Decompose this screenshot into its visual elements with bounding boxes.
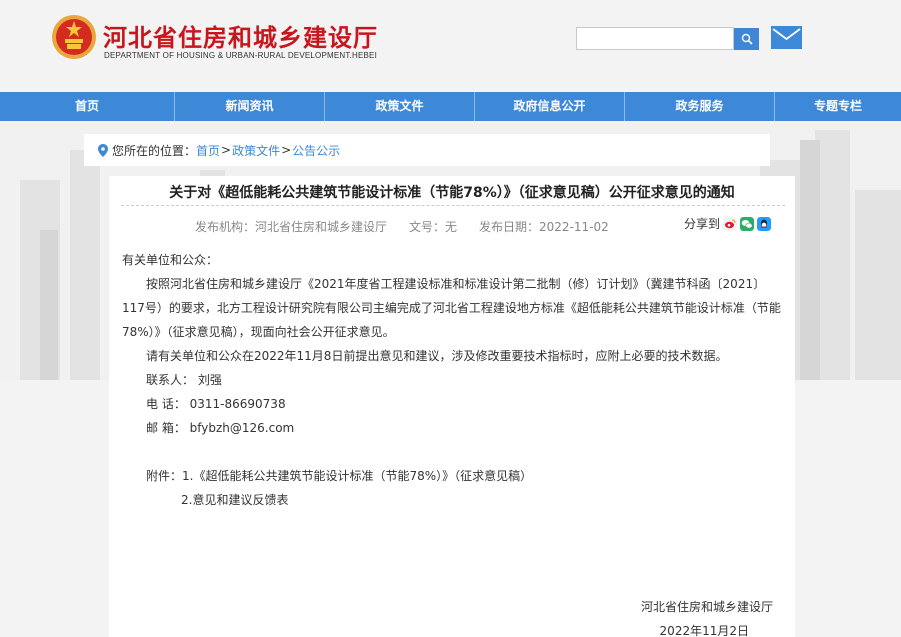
- attachment-item[interactable]: 附件：1.《超低能耗公共建筑节能设计标准（节能78%）》（征求意见稿）: [122, 464, 782, 488]
- contact-email: 邮 箱： bfybzh@126.com: [146, 421, 295, 435]
- emblem-icon: [52, 15, 96, 59]
- nav-item-gov-info[interactable]: 政府信息公开: [475, 92, 625, 121]
- location-pin-icon: [98, 143, 108, 157]
- signature-org: 河北省住房和城乡建设厅: [640, 600, 773, 614]
- signature-date: 2022年11月2日: [659, 624, 749, 637]
- nav-item-home[interactable]: 首页: [0, 92, 175, 121]
- share-label: 分享到: [684, 217, 721, 231]
- article-title: 关于对《超低能耗公共建筑节能设计标准（节能78%）》（征求意见稿）公开征求意见的…: [169, 185, 735, 201]
- breadcrumb-separator: >: [281, 143, 292, 157]
- paragraph: 请有关单位和公众在2022年11月8日前提出意见和建议，涉及修改重要技术指标时，…: [146, 349, 728, 363]
- nav-item-policy[interactable]: 政策文件: [325, 92, 475, 121]
- contact-phone: 电 话： 0311-86690738: [146, 397, 286, 411]
- site-subtitle: DEPARTMENT OF HOUSING & URBAN-RURAL DEVE…: [104, 51, 378, 60]
- site-title: 河北省住房和城乡建设厅: [103, 24, 378, 52]
- main-nav: 首页 新闻资讯 政策文件 政府信息公开 政务服务 专题专栏: [0, 92, 901, 121]
- salutation: 有关单位和公众：: [122, 253, 219, 267]
- mail-icon[interactable]: [771, 26, 802, 49]
- weibo-icon[interactable]: [723, 216, 738, 231]
- publisher: 发布机构：河北省住房和城乡建设厅: [195, 220, 388, 234]
- nav-item-news[interactable]: 新闻资讯: [175, 92, 325, 121]
- search-button[interactable]: [734, 28, 759, 50]
- publish-date: 发布日期：2022-11-02: [479, 220, 609, 234]
- doc-number: 文号：无: [409, 220, 458, 234]
- title-divider: [121, 205, 785, 206]
- search-input[interactable]: [576, 27, 734, 50]
- attachment-item[interactable]: 2.意见和建议反馈表: [122, 488, 782, 512]
- breadcrumb-home[interactable]: 首页: [196, 142, 220, 159]
- search-icon: [741, 33, 753, 45]
- article-meta: 发布机构：河北省住房和城乡建设厅 文号：无 发布日期：2022-11-02: [195, 218, 609, 235]
- breadcrumb-notice[interactable]: 公告公示: [292, 142, 340, 159]
- breadcrumb-policy[interactable]: 政策文件: [232, 142, 280, 159]
- article-body: 有关单位和公众： 按照河北省住房和城乡建设厅《2021年度省工程建设标准和标准设…: [122, 248, 782, 512]
- article-panel: 关于对《超低能耗公共建筑节能设计标准（节能78%）》（征求意见稿）公开征求意见的…: [109, 176, 795, 637]
- site-header: 河北省住房和城乡建设厅 DEPARTMENT OF HOUSING & URBA…: [0, 0, 901, 92]
- breadcrumb-prefix: 您所在的位置：: [112, 143, 197, 158]
- nav-item-services[interactable]: 政务服务: [625, 92, 775, 121]
- breadcrumb-separator: >: [221, 143, 232, 157]
- nav-item-topics[interactable]: 专题专栏: [775, 92, 901, 121]
- signature-block: 河北省住房和城乡建设厅 2022年11月2日: [641, 595, 773, 637]
- contact-person: 联系人： 刘强: [146, 373, 222, 387]
- qq-icon[interactable]: [757, 216, 772, 231]
- breadcrumb: 您所在的位置： 首页 > 政策文件 > 公告公示: [84, 134, 770, 166]
- share-bar: 分享到: [684, 215, 772, 232]
- paragraph: 按照河北省住房和城乡建设厅《2021年度省工程建设标准和标准设计第二批制（修）订…: [122, 277, 781, 339]
- wechat-icon[interactable]: [740, 216, 755, 231]
